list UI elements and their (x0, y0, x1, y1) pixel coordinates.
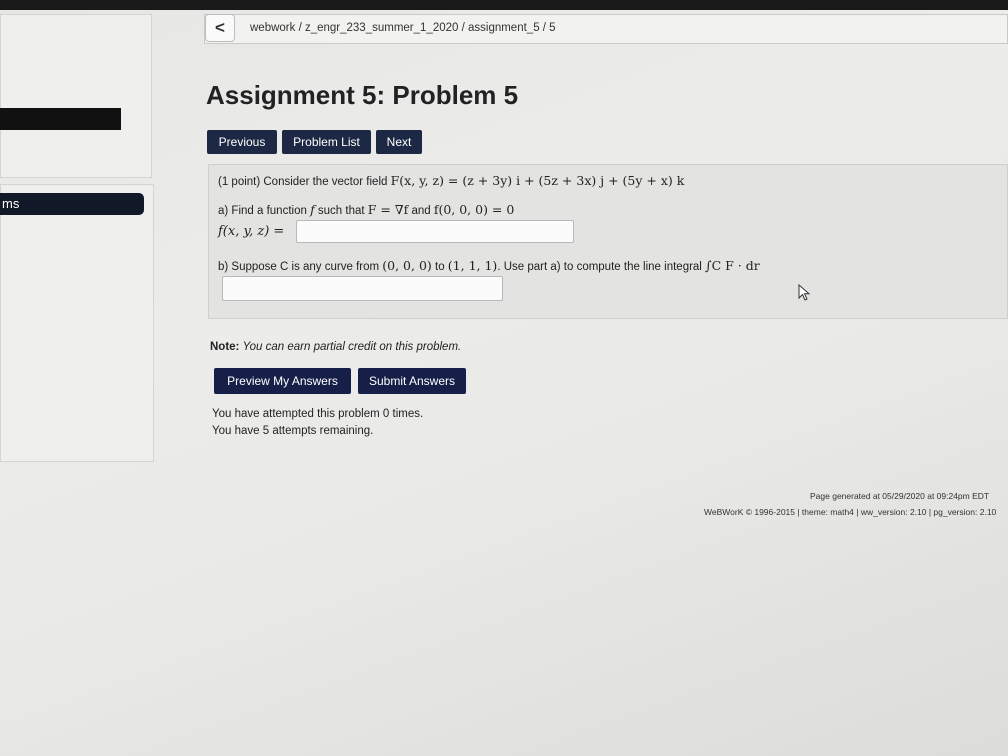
cursor-icon (798, 284, 811, 301)
note: Note: You can earn partial credit on thi… (210, 341, 461, 353)
part-b-prefix: b) Suppose C is any curve from (218, 261, 380, 273)
part-a-f: f (310, 202, 315, 217)
part-a-mid: such that (317, 205, 365, 217)
breadcrumb-path[interactable]: webwork / z_engr_233_summer_1_2020 / ass… (250, 22, 556, 34)
problem-statement: (1 point) Consider the vector field F(x,… (218, 173, 684, 188)
sidebar-dark-bar (0, 108, 121, 130)
submit-answers-button[interactable]: Submit Answers (358, 368, 466, 394)
part-b-suffix: . Use part a) to compute the line integr… (497, 261, 702, 273)
page-generated: Page generated at 05/29/2020 at 09:24pm … (810, 491, 990, 501)
vector-field: F(x, y, z) = (z + 3y) i + (5z + 3x) j + … (390, 173, 685, 188)
attempts-used: You have attempted this problem 0 times. (212, 408, 424, 420)
note-text: You can earn partial credit on this prob… (242, 341, 462, 353)
answer-b-input[interactable] (222, 276, 503, 301)
preview-answers-button[interactable]: Preview My Answers (214, 368, 351, 394)
part-b-to: (1, 1, 1) (447, 258, 498, 273)
part-b-from: (0, 0, 0) (382, 258, 432, 273)
note-label: Note: (210, 341, 240, 353)
part-a-condition: f(0, 0, 0) = 0 (433, 202, 515, 217)
part-a-statement: a) Find a function f such that F = ∇f an… (218, 202, 514, 217)
sidebar-panel (0, 184, 154, 462)
previous-button[interactable]: Previous (207, 130, 277, 154)
problem-list-button[interactable]: Problem List (282, 130, 371, 154)
sidebar-item-label: ms (2, 196, 20, 211)
part-b-statement: b) Suppose C is any curve from (0, 0, 0)… (218, 258, 760, 273)
part-a-and: and (411, 205, 431, 217)
line-integral: ∫C F · dr (705, 258, 760, 273)
answer-a-input[interactable] (296, 220, 574, 243)
part-a-gradient: F = ∇f (367, 202, 409, 217)
sidebar-item-problems[interactable]: ms (0, 193, 144, 215)
problem-points: (1 point) Consider the vector field (218, 176, 388, 188)
top-edge (0, 0, 1008, 10)
copyright: WeBWorK © 1996-2015 | theme: math4 | ww_… (704, 507, 997, 517)
page-title: Assignment 5: Problem 5 (206, 80, 519, 110)
attempts-remaining: You have 5 attempts remaining. (212, 425, 374, 437)
next-button[interactable]: Next (376, 130, 422, 154)
chevron-left-icon: < (215, 18, 225, 37)
part-a-prefix: a) Find a function (218, 205, 307, 217)
sidebar-header-panel (0, 14, 152, 178)
f-label: f(x, y, z) = (218, 224, 285, 239)
back-button[interactable]: < (205, 14, 235, 42)
part-b-to-word: to (435, 261, 445, 273)
